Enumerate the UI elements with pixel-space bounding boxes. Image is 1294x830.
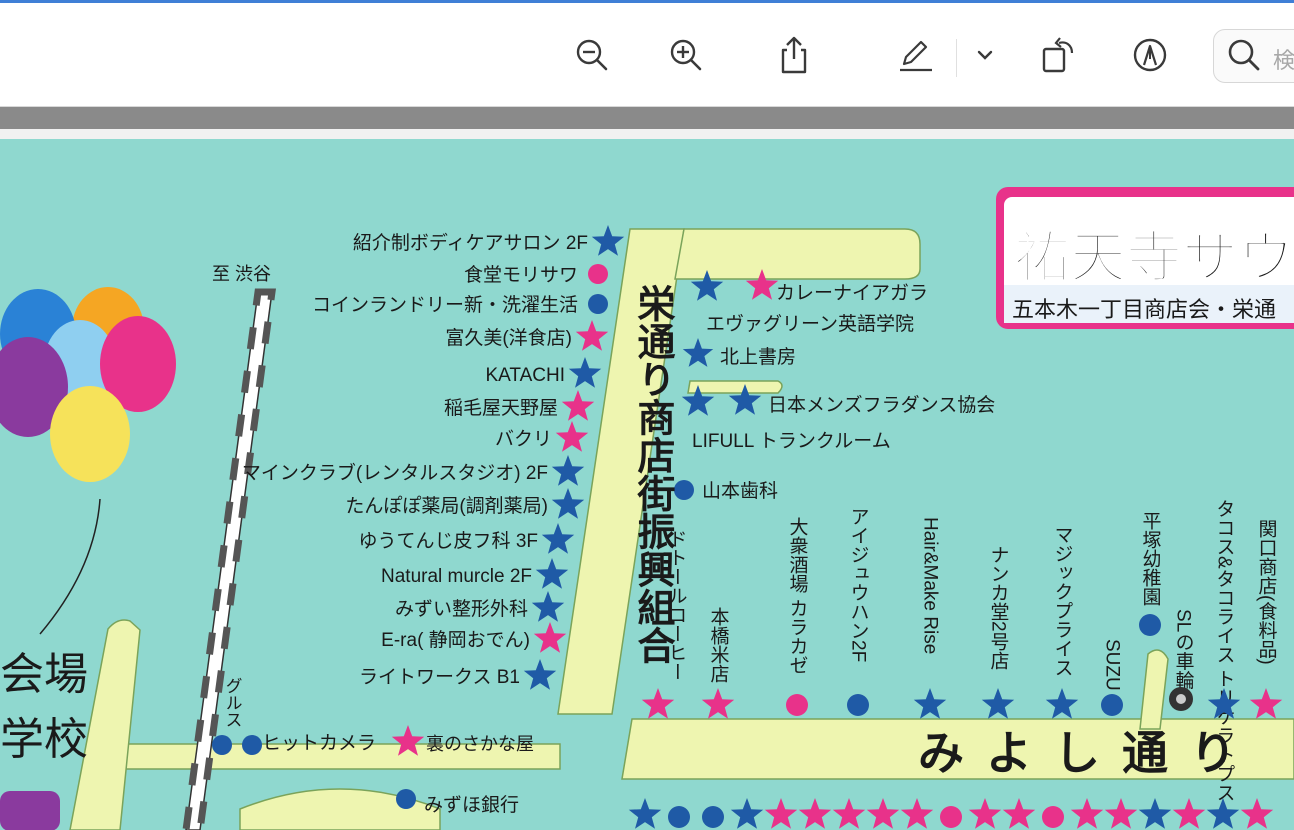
purple-sign [0, 791, 60, 830]
shop-dot-marker [1042, 806, 1064, 828]
upper-branch-road [674, 228, 921, 280]
left-shop-label: ゆうてんじ皮フ科 3F [359, 530, 538, 552]
vertical-shop-label: 本橋米店 [708, 607, 730, 683]
ura-sakanaya-label: 裏のさかな屋 [426, 734, 534, 754]
vertical-shop-label: ナンカ堂2号店 [988, 545, 1010, 670]
left-shop-label: マインクラブ(レンタルスタジオ) 2F [242, 461, 548, 484]
vertical-shop-label: 平塚幼稚園 [1140, 511, 1162, 606]
left-shop-label: 稲毛屋天野屋 [444, 397, 558, 419]
rotate-icon[interactable] [1034, 31, 1082, 79]
banner-title: 祐天寺サウス [1014, 226, 1294, 289]
vertical-shop-label: アイジュウハン2F [848, 507, 869, 662]
toolbar: 検 [0, 3, 1294, 107]
shop-dot-marker [242, 735, 262, 755]
small-branch-road [687, 380, 783, 394]
left-shop-label: KATACHI [485, 365, 565, 386]
shop-dot-marker [674, 480, 694, 500]
wheel-hub-marker [1176, 694, 1186, 704]
shop-dot-marker [588, 264, 608, 284]
shop-dot-marker [940, 806, 962, 828]
left-shop-label: ライトワークス B1 [359, 666, 520, 688]
right-shop-label: 北上書房 [720, 346, 796, 368]
school-label: 学校 [0, 715, 88, 764]
left-shop-label: 富久美(洋食店) [445, 327, 572, 349]
vertical-shop-label: 関口商店(食料品) [1256, 519, 1278, 665]
vertical-shop-label: SUZU [1102, 639, 1123, 691]
mizuho-bank-label: みずほ銀行 [424, 794, 519, 816]
vertical-shop-label: Hair&Make Rise [920, 517, 941, 654]
miyoshi-street-name: みよし通り [918, 727, 1258, 779]
to-shibuya-label: 至 渋谷 [212, 264, 271, 284]
left-shop-label: 紹介制ボディケアサロン 2F [353, 232, 588, 254]
right-shop-label: エヴァグリーン英語学院 [706, 313, 914, 335]
left-shop-label: E-ra( 静岡おでん) [381, 629, 530, 651]
right-shop-label: カレーナイアガラ [776, 282, 928, 304]
venue-label: 会場 [0, 650, 88, 699]
banner-subtitle: 五本木一丁目商店会・栄通 [1012, 297, 1276, 322]
shop-dot-marker [1101, 694, 1123, 716]
vertical-shop-label: マジックプライス [1052, 525, 1073, 677]
left-shop-label: コインランドリー新・洗濯生活 [312, 294, 578, 316]
left-shop-label: 食堂モリサワ [464, 264, 578, 286]
left-shop-label: Natural murcle 2F [381, 566, 532, 587]
shop-dot-marker [1139, 614, 1161, 636]
gurusu-label: グルス [223, 677, 242, 728]
zoom-out-icon[interactable] [568, 31, 616, 79]
share-icon[interactable] [770, 31, 818, 79]
shop-dot-marker [396, 789, 416, 809]
right-shop-label: 日本メンズフラダンス協会 [768, 394, 995, 416]
shop-dot-marker [786, 694, 808, 716]
right-shop-label: 山本歯科 [702, 480, 778, 502]
left-shop-label: バクリ [495, 428, 552, 450]
search-placeholder: 検 [1273, 49, 1294, 74]
document-gutter [0, 107, 1294, 129]
shopping-street-map: 祐天寺サウス 五本木一丁目商店会・栄通 至 渋谷 会場 学校 グルス 紹介制ボデ… [0, 139, 1294, 830]
shop-dot-marker [668, 806, 690, 828]
vertical-shop-label: 大衆酒場 カラカゼ [787, 517, 809, 675]
shop-dot-marker [588, 294, 608, 314]
annotate-icon[interactable] [1126, 31, 1174, 79]
shop-dot-marker [702, 806, 724, 828]
right-shop-label: LIFULL トランクルーム [692, 430, 891, 452]
toolbar-separator [956, 39, 957, 77]
search-icon [1220, 31, 1268, 79]
left-shop-label: たんぽぽ薬局(調剤薬局) [345, 495, 548, 517]
markup-pen-icon[interactable] [890, 31, 938, 79]
hit-camera-label: ヒットカメラ [262, 733, 376, 754]
vertical-shop-label: SLの車輪 [1173, 609, 1195, 689]
shop-dot-marker [212, 735, 232, 755]
chevron-down-icon[interactable] [962, 31, 1008, 79]
zoom-in-icon[interactable] [662, 31, 710, 79]
left-shop-label: みずい整形外科 [395, 598, 528, 620]
shop-dot-marker [847, 694, 869, 716]
sakae-street-name: 栄通り商店街振興組合 [631, 284, 676, 664]
